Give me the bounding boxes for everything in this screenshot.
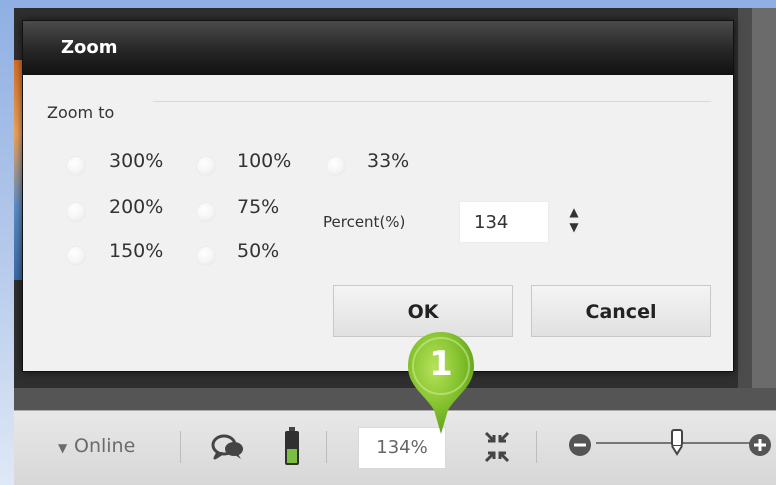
radio-50[interactable] xyxy=(197,247,215,265)
battery-icon xyxy=(284,427,300,467)
step-callout: 1 xyxy=(406,330,476,440)
dialog-title: Zoom xyxy=(61,37,118,58)
radio-75-label: 75% xyxy=(237,196,280,218)
cancel-button[interactable]: Cancel xyxy=(531,285,711,337)
spin-down-icon[interactable]: ▼ xyxy=(565,220,583,235)
radio-300[interactable] xyxy=(67,157,85,175)
dialog-titlebar: Zoom xyxy=(23,21,733,75)
radio-33-label: 33% xyxy=(367,150,410,172)
right-frame xyxy=(738,8,776,408)
radio-150-label: 150% xyxy=(109,240,164,262)
radio-33[interactable] xyxy=(327,157,345,175)
shrink-to-fit-icon[interactable] xyxy=(480,429,514,465)
zoom-dialog: Zoom Zoom to 300% 200% 150% 100% 75% 50%… xyxy=(22,20,734,372)
section-divider xyxy=(153,101,711,102)
radio-200[interactable] xyxy=(67,203,85,221)
chat-bubbles-icon[interactable] xyxy=(208,427,248,467)
zoom-out-icon[interactable] xyxy=(568,433,592,457)
status-bar: ▼ Online 134% xyxy=(14,410,776,485)
percent-spinner[interactable]: ▲ ▼ xyxy=(565,205,583,239)
radio-200-label: 200% xyxy=(109,196,164,218)
radio-100[interactable] xyxy=(197,157,215,175)
zoom-slider-thumb-icon[interactable] xyxy=(670,428,684,458)
radio-150[interactable] xyxy=(67,247,85,265)
chevron-down-icon[interactable]: ▼ xyxy=(58,441,67,455)
zoom-in-icon[interactable] xyxy=(748,433,772,457)
radio-50-label: 50% xyxy=(237,240,280,262)
separator xyxy=(536,431,537,463)
radio-75[interactable] xyxy=(197,203,215,221)
status-online[interactable]: Online xyxy=(74,435,135,457)
screen: Zoom Zoom to 300% 200% 150% 100% 75% 50%… xyxy=(0,0,776,485)
separator xyxy=(180,431,181,463)
percent-input[interactable]: 134 xyxy=(459,201,549,243)
percent-label: Percent(%) xyxy=(323,213,406,231)
callout-number: 1 xyxy=(429,344,453,384)
separator xyxy=(326,431,327,463)
zoom-to-label: Zoom to xyxy=(47,103,115,122)
spin-up-icon[interactable]: ▲ xyxy=(565,205,583,220)
radio-300-label: 300% xyxy=(109,150,164,172)
window-bottom-edge xyxy=(14,388,776,410)
radio-100-label: 100% xyxy=(237,150,292,172)
